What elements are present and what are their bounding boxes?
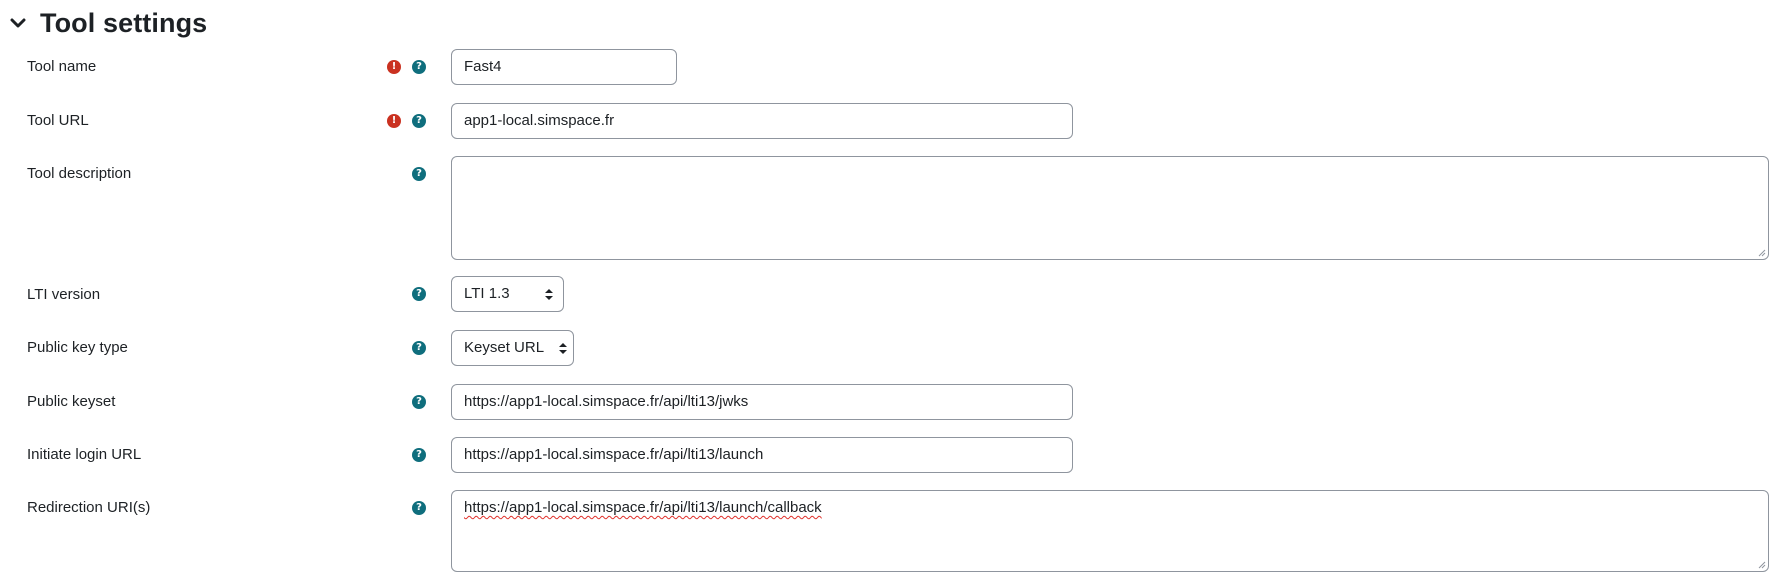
help-icon[interactable]: ? — [412, 341, 426, 355]
public-keyset-input[interactable]: https://app1-local.simspace.fr/api/lti13… — [451, 384, 1073, 420]
required-icon: ! — [387, 114, 401, 128]
resize-grip-icon[interactable] — [1756, 559, 1766, 569]
lti-version-selected: LTI 1.3 — [464, 285, 510, 302]
select-arrows-icon — [559, 343, 567, 354]
select-arrows-icon — [545, 289, 553, 300]
help-icon[interactable]: ? — [412, 448, 426, 462]
redirection-uris-textarea[interactable]: https://app1-local.simspace.fr/api/lti13… — [451, 490, 1769, 572]
initiate-login-url-input[interactable]: https://app1-local.simspace.fr/api/lti13… — [451, 437, 1073, 473]
lti-version-select[interactable]: LTI 1.3 — [451, 276, 564, 312]
public-key-type-selected: Keyset URL — [464, 339, 545, 356]
tool-url-input[interactable]: app1-local.simspace.fr — [451, 103, 1073, 139]
redirection-uris-value: https://app1-local.simspace.fr/api/lti13… — [464, 499, 822, 516]
help-icon[interactable]: ? — [412, 501, 426, 515]
help-icon[interactable]: ? — [412, 167, 426, 181]
tool-name-input[interactable]: Fast4 — [451, 49, 677, 85]
help-icon[interactable]: ? — [412, 114, 426, 128]
tool-url-label: Tool URL — [27, 112, 89, 129]
lti-version-label: LTI version — [27, 286, 101, 303]
tool-description-textarea[interactable] — [451, 156, 1769, 260]
resize-grip-icon[interactable] — [1756, 247, 1766, 257]
redirection-uris-label: Redirection URI(s) — [27, 499, 151, 516]
public-key-type-select[interactable]: Keyset URL — [451, 330, 574, 366]
public-keyset-label: Public keyset — [27, 393, 116, 410]
section-toggle-tool-settings[interactable]: Tool settings — [10, 5, 207, 41]
help-icon[interactable]: ? — [412, 287, 426, 301]
section-title: Tool settings — [40, 7, 208, 38]
help-icon[interactable]: ? — [412, 395, 426, 409]
initiate-login-url-label: Initiate login URL — [27, 446, 142, 463]
tool-name-label: Tool name — [27, 58, 97, 75]
chevron-down-icon — [10, 18, 26, 28]
tool-description-label: Tool description — [27, 165, 132, 182]
help-icon[interactable]: ? — [412, 60, 426, 74]
public-key-type-label: Public key type — [27, 339, 128, 356]
required-icon: ! — [387, 60, 401, 74]
